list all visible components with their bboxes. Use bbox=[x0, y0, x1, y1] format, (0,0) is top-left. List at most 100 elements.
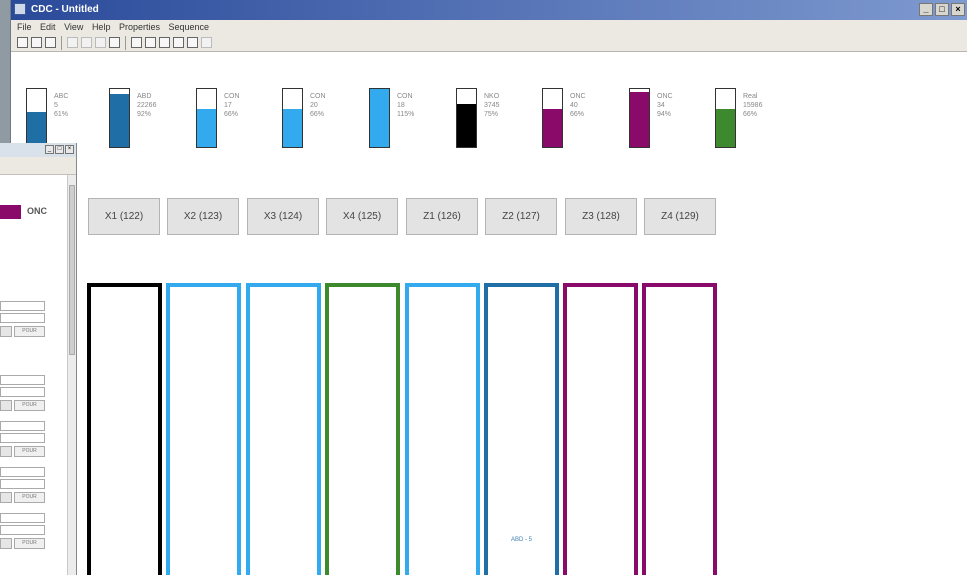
vertical-scrollbar[interactable] bbox=[67, 175, 76, 575]
vial-column[interactable] bbox=[246, 283, 321, 575]
grid-icon[interactable] bbox=[159, 37, 170, 48]
gauge-name: CON bbox=[397, 93, 413, 100]
menu-help[interactable]: Help bbox=[92, 22, 111, 32]
text-field[interactable] bbox=[0, 513, 45, 523]
gauge-tube bbox=[369, 88, 390, 148]
gauge-value: 5 bbox=[54, 102, 58, 109]
gauge-value: 3745 bbox=[484, 102, 500, 109]
vial-column[interactable] bbox=[166, 283, 241, 575]
print-icon[interactable] bbox=[131, 37, 142, 48]
text-field[interactable] bbox=[0, 313, 45, 323]
gauge-fill bbox=[197, 108, 216, 147]
channel-button[interactable]: Z3 (128) bbox=[565, 198, 637, 235]
text-field[interactable] bbox=[0, 387, 45, 397]
text-field[interactable] bbox=[0, 433, 45, 443]
pour-toggle[interactable] bbox=[0, 492, 12, 503]
text-field[interactable] bbox=[0, 467, 45, 477]
gauge-value: 40 bbox=[570, 102, 578, 109]
gauge-tube bbox=[109, 88, 130, 148]
column-label: ABD - 5 bbox=[510, 537, 532, 543]
secondary-minimize-button[interactable]: _ bbox=[45, 145, 54, 154]
gauge-text: CON 20 66% bbox=[310, 92, 326, 119]
pour-toggle[interactable] bbox=[0, 446, 12, 457]
secondary-close-button[interactable]: × bbox=[65, 145, 74, 154]
gauge-text: NKO 3745 75% bbox=[484, 92, 500, 119]
text-field[interactable] bbox=[0, 421, 45, 431]
help-icon[interactable] bbox=[145, 37, 156, 48]
secondary-title-bar[interactable]: _ □ × bbox=[0, 143, 76, 157]
channel-button[interactable]: X2 (123) bbox=[167, 198, 239, 235]
pour-button[interactable]: POUR bbox=[14, 400, 45, 411]
undo-icon[interactable] bbox=[81, 37, 92, 48]
gauge-percent: 66% bbox=[743, 111, 758, 118]
toolbar-separator bbox=[61, 36, 62, 50]
vial-column[interactable] bbox=[325, 283, 400, 575]
gauge-fill bbox=[630, 92, 649, 147]
menu-file[interactable]: File bbox=[17, 22, 32, 32]
channel-button[interactable]: Z4 (129) bbox=[644, 198, 716, 235]
menu-edit[interactable]: Edit bbox=[40, 22, 56, 32]
pour-toggle[interactable] bbox=[0, 400, 12, 411]
pour-toggle[interactable] bbox=[0, 326, 12, 337]
open-folder-icon[interactable] bbox=[31, 37, 42, 48]
list-icon[interactable] bbox=[187, 37, 198, 48]
secondary-maximize-button[interactable]: □ bbox=[55, 145, 64, 154]
gauge-percent: 66% bbox=[224, 111, 239, 118]
channel-button[interactable]: X1 (122) bbox=[88, 198, 160, 235]
pour-button[interactable]: POUR bbox=[14, 326, 45, 337]
toolbar bbox=[11, 34, 967, 52]
table-icon[interactable] bbox=[173, 37, 184, 48]
cut-icon[interactable] bbox=[67, 37, 78, 48]
gauge-tube bbox=[26, 88, 47, 148]
vial-column[interactable]: ABD - 5 bbox=[484, 283, 559, 575]
secondary-toolbar bbox=[0, 157, 76, 175]
vial-column[interactable] bbox=[87, 283, 162, 575]
gauge-name: ONC bbox=[570, 93, 586, 100]
window-title: CDC - Untitled bbox=[31, 4, 99, 15]
text-field[interactable] bbox=[0, 301, 45, 311]
onc-label: ONC bbox=[27, 206, 47, 216]
gauge-name: CON bbox=[310, 93, 326, 100]
gauge-name: Real bbox=[743, 93, 758, 100]
minimize-button[interactable]: _ bbox=[919, 3, 933, 16]
text-field[interactable] bbox=[0, 479, 45, 489]
vial-column[interactable] bbox=[563, 283, 638, 575]
save-icon[interactable] bbox=[45, 37, 56, 48]
gauge-text: CON 17 66% bbox=[224, 92, 240, 119]
menu-sequence[interactable]: Sequence bbox=[169, 22, 210, 32]
gauge-fill bbox=[27, 111, 46, 147]
main-window: CDC - Untitled _ □ × File Edit View Help… bbox=[10, 0, 967, 575]
gauge-tube bbox=[196, 88, 217, 148]
vial-column[interactable] bbox=[405, 283, 480, 575]
text-field[interactable] bbox=[0, 525, 45, 535]
close-button[interactable]: × bbox=[951, 3, 965, 16]
title-bar[interactable]: CDC - Untitled _ □ × bbox=[11, 0, 967, 20]
vial-column[interactable] bbox=[642, 283, 717, 575]
pour-toggle[interactable] bbox=[0, 538, 12, 549]
delete-icon[interactable] bbox=[109, 37, 120, 48]
gauge-fill bbox=[457, 103, 476, 147]
channel-button[interactable]: X4 (125) bbox=[326, 198, 398, 235]
pour-button[interactable]: POUR bbox=[14, 538, 45, 549]
gauge-tube bbox=[715, 88, 736, 148]
scrollbar-thumb[interactable] bbox=[69, 185, 75, 355]
channel-button[interactable]: Z2 (127) bbox=[485, 198, 557, 235]
text-field[interactable] bbox=[0, 375, 45, 385]
gauge-text: ONC 34 94% bbox=[657, 92, 673, 119]
gauge-percent: 75% bbox=[484, 111, 499, 118]
menu-view[interactable]: View bbox=[64, 22, 83, 32]
gauge-value: 20 bbox=[310, 102, 318, 109]
pour-button[interactable]: POUR bbox=[14, 492, 45, 503]
channel-button[interactable]: X3 (124) bbox=[247, 198, 319, 235]
gauge-value: 15986 bbox=[743, 102, 763, 109]
settings-icon[interactable] bbox=[201, 37, 212, 48]
secondary-window: _ □ × ONC POUR POUR POUR POUR POUR bbox=[0, 143, 77, 575]
channel-button[interactable]: Z1 (126) bbox=[406, 198, 478, 235]
gauge-text: Real 15986 66% bbox=[743, 92, 762, 119]
redo-icon[interactable] bbox=[95, 37, 106, 48]
new-file-icon[interactable] bbox=[17, 37, 28, 48]
maximize-button[interactable]: □ bbox=[935, 3, 949, 16]
gauge-value: 22266 bbox=[137, 102, 157, 109]
pour-button[interactable]: POUR bbox=[14, 446, 45, 457]
menu-properties[interactable]: Properties bbox=[119, 22, 160, 32]
